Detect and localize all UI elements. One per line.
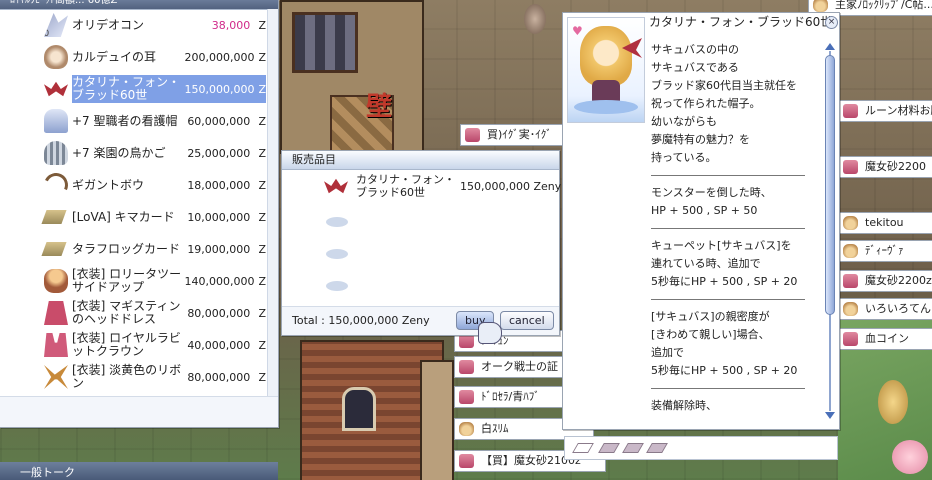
scroll-thumb[interactable] xyxy=(825,55,835,315)
bat-hat-icon xyxy=(324,178,348,194)
shop-icon xyxy=(465,128,480,142)
bag-icon xyxy=(843,216,858,230)
scrollbar[interactable] xyxy=(825,43,835,419)
shop-icon xyxy=(459,390,474,404)
birdcage-icon xyxy=(44,141,68,165)
divider xyxy=(651,175,805,176)
scroll-up-arrow-icon[interactable] xyxy=(825,43,835,50)
cap-icon xyxy=(44,109,68,133)
ear-icon xyxy=(44,45,68,69)
chat-mode-label: 一般トーク xyxy=(20,466,75,479)
item-portrait: ♥ xyxy=(567,17,645,123)
list-item[interactable]: [衣装] マギスティンのヘッドドレス 80,000,000 Z xyxy=(0,297,266,329)
dress-icon xyxy=(44,301,68,325)
divider xyxy=(651,299,805,300)
card-icon xyxy=(41,237,68,261)
item-list: 370 オリデオコン 38,000 Z カルデュイの耳 200,000,000 Z カタ… xyxy=(0,9,266,393)
character-body xyxy=(592,80,620,102)
shop-icon xyxy=(843,332,858,346)
empty-slot[interactable] xyxy=(326,249,348,259)
wing-icon: 370 xyxy=(44,13,68,37)
card-icon xyxy=(41,205,68,229)
shop-icon xyxy=(459,454,474,468)
window-title[interactable]: 販売品目 xyxy=(282,151,559,170)
bag-icon xyxy=(813,0,828,12)
list-item[interactable]: カルデュイの耳 200,000,000 Z xyxy=(0,41,266,73)
list-item[interactable]: [衣装] ロリータツーサイドアップ 140,000,000 Z xyxy=(0,265,266,297)
vendor-tag[interactable]: いろいろてん xyxy=(838,298,932,320)
vendor-tag[interactable]: ルーン材料お願 xyxy=(838,100,932,122)
ribbon-icon xyxy=(44,365,68,389)
vendor-tag[interactable]: 血コイン xyxy=(838,328,932,350)
cart-footer: Total : 150,000,000 Zeny buy cancel xyxy=(282,306,559,335)
shop-icon xyxy=(843,104,858,118)
vendor-tag[interactable]: 魔女砂2200 xyxy=(838,156,932,178)
window-footer xyxy=(0,396,278,427)
card-slot-icon xyxy=(646,443,668,453)
cloud-icon xyxy=(574,100,638,114)
cart-item[interactable]: カタリナ・フォン・ブラッド60世 150,000,000 Zeny xyxy=(324,173,561,199)
character-hair xyxy=(580,26,632,86)
bag-icon xyxy=(459,422,474,436)
player-character[interactable] xyxy=(878,380,908,424)
close-button[interactable]: × xyxy=(825,16,838,29)
empty-slot[interactable] xyxy=(326,281,348,291)
vendor-tag[interactable]: 魔女砂2200z xyxy=(838,270,932,292)
rabbit-crown-icon xyxy=(44,333,68,357)
vendor-tag[interactable]: ﾃﾞｨｰｳﾞｧ xyxy=(838,240,932,262)
doll-icon xyxy=(44,269,68,293)
total-label: Total : 150,000,000 Zeny xyxy=(292,314,430,327)
window-title[interactable]: カタリナ・フォン・ブラッド60世 xyxy=(647,13,839,31)
list-item-selected[interactable]: カタリナ・フォン・ブラッド60世 150,000,000 Z xyxy=(0,73,266,105)
player-character[interactable] xyxy=(524,4,546,34)
description-text: サキュバスの中の サキュバスである ブラッド家60代目当主就任を 祝って作られた… xyxy=(651,41,811,415)
scrollbar[interactable] xyxy=(267,9,278,397)
bat-hat-icon xyxy=(44,81,68,97)
list-item[interactable]: ギガントボウ 18,000,000 Z xyxy=(0,169,266,201)
empty-slot[interactable] xyxy=(326,217,348,227)
wall-sign: 壁 xyxy=(366,92,393,122)
poring-monster[interactable] xyxy=(892,440,928,474)
card-slot-bar xyxy=(564,436,838,460)
bag-icon xyxy=(843,244,858,258)
shop-icon xyxy=(843,160,858,174)
list-item[interactable]: +7 楽園の鳥かご 25,000,000 Z xyxy=(0,137,266,169)
shop-icon xyxy=(459,360,474,374)
vendor-shop-window: ﾛｲﾔﾙﾗﾋﾞｯﾄ高額... 60億Z 370 オリデオコン 38,000 Z カル… xyxy=(0,0,279,428)
card-slot-icon xyxy=(598,443,620,453)
bag-icon xyxy=(843,302,858,316)
bow-icon xyxy=(40,169,72,201)
building xyxy=(420,360,454,480)
scroll-down-arrow-icon[interactable] xyxy=(825,412,835,419)
divider xyxy=(651,228,805,229)
list-item[interactable]: [衣装] 淡黄色のリボン 80,000,000 Z xyxy=(0,361,266,393)
list-item[interactable]: [衣装] ロイヤルラビットクラウン 40,000,000 Z xyxy=(0,329,266,361)
shop-icon xyxy=(843,274,858,288)
item-description-window: ♥ カタリナ・フォン・ブラッド60世 × サキュバスの中の サキュバスである ブ… xyxy=(562,12,840,430)
cancel-button[interactable]: cancel xyxy=(500,311,554,330)
list-item[interactable]: +7 聖職者の看護帽 60,000,000 Z xyxy=(0,105,266,137)
hand-cursor-icon xyxy=(478,322,502,344)
vendor-tag[interactable]: tekitou xyxy=(838,212,932,234)
shop-icon xyxy=(459,334,474,348)
list-item[interactable]: [LoVA] キマカード 10,000,000 Z xyxy=(0,201,266,233)
list-item[interactable]: タラフロッグカード 19,000,000 Z xyxy=(0,233,266,265)
divider xyxy=(651,388,805,389)
list-item[interactable]: 370 オリデオコン 38,000 Z xyxy=(0,9,266,41)
heart-icon: ♥ xyxy=(572,24,583,38)
card-slot-icon xyxy=(622,443,644,453)
purchase-cart-window: 販売品目 カタリナ・フォン・ブラッド60世 150,000,000 Zeny T… xyxy=(281,150,561,336)
chat-bar[interactable]: 一般トーク xyxy=(0,462,278,480)
card-slot-icon xyxy=(572,443,594,453)
